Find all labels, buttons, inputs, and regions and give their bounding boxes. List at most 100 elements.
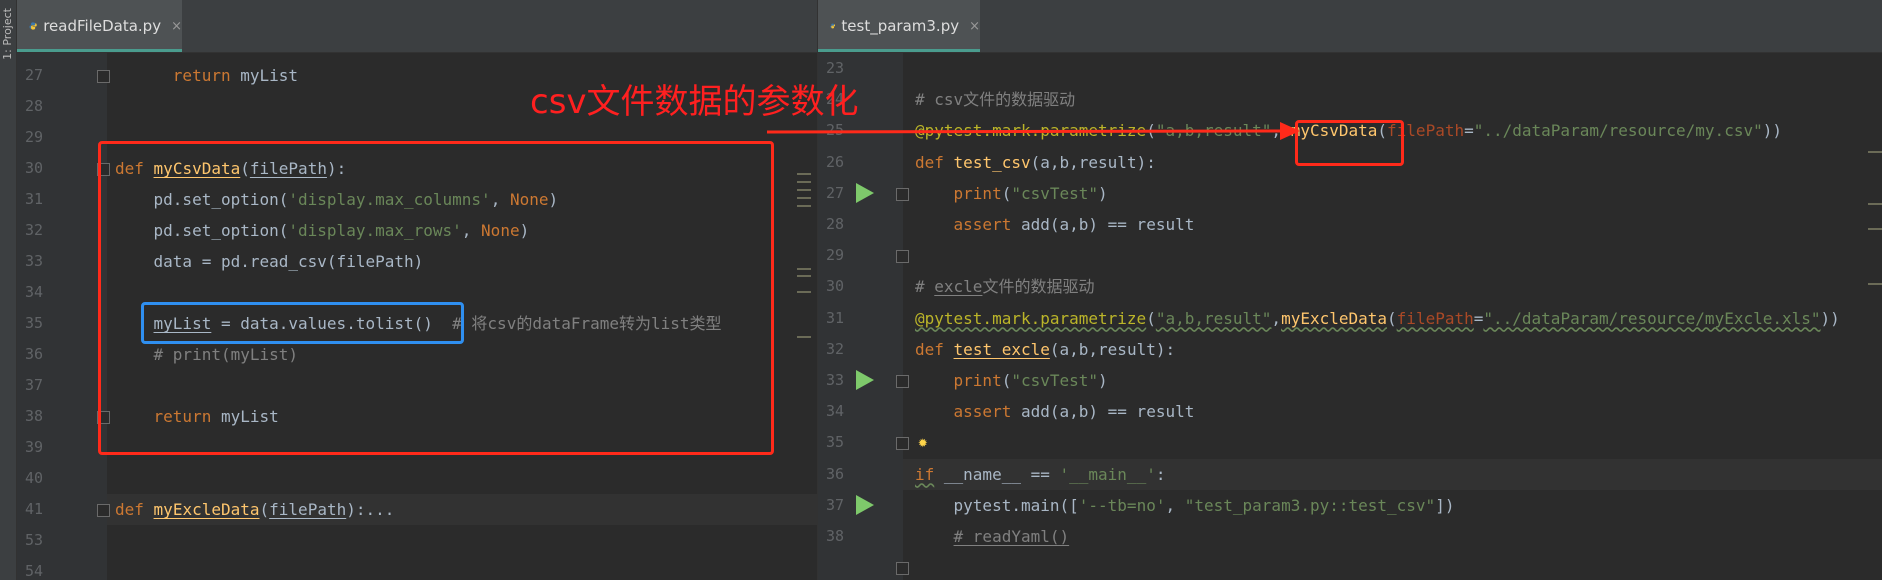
- code-token: __name__ ==: [934, 464, 1060, 484]
- code-token: pytest.main([: [915, 495, 1079, 515]
- line-number: 40: [24, 469, 43, 487]
- scrollbar-marker: [797, 205, 811, 207]
- tab-close-icon[interactable]: ×: [969, 19, 980, 34]
- code-token: myExcleData: [1281, 308, 1388, 328]
- run-test-icon[interactable]: [856, 494, 874, 515]
- run-test-icon[interactable]: [856, 370, 874, 390]
- code-token: 文件的数据驱动: [982, 277, 1095, 297]
- code-token: ]): [1435, 495, 1455, 515]
- scrollbar-marker: [797, 181, 811, 183]
- code-line[interactable]: # readYaml(): [915, 521, 1070, 552]
- code-line[interactable]: # csv文件的数据驱动: [915, 84, 1075, 115]
- code-line[interactable]: def test_excle(a,b,result):: [915, 334, 1175, 365]
- code-token: (a,b,result):: [1030, 152, 1156, 172]
- tab-close-icon[interactable]: ×: [171, 19, 182, 34]
- mycsvdata-call-highlight: [1295, 120, 1404, 166]
- code-line[interactable]: return myList: [115, 60, 298, 91]
- code-token: ,: [1271, 308, 1282, 328]
- scrollbar-marker: [797, 173, 811, 175]
- line-number: 36: [825, 464, 844, 483]
- code-token: # readYaml(): [953, 527, 1070, 546]
- code-token: "csvTest": [1011, 183, 1099, 203]
- code-token: myExcleData: [153, 500, 260, 519]
- scrollbar-marker: [797, 291, 811, 293]
- code-line[interactable]: if __name__ == '__main__':: [915, 459, 1165, 490]
- tab-file-name: readFileData.py: [43, 17, 162, 35]
- code-token: excle: [934, 277, 983, 297]
- code-token: #: [915, 277, 935, 297]
- fold-marker-icon[interactable]: [896, 562, 909, 576]
- tab-file-name: test_param3.py: [841, 17, 960, 35]
- code-token: filePath: [1396, 308, 1474, 328]
- line-number: 28: [24, 97, 43, 115]
- scrollbar-marker: [797, 268, 811, 270]
- code-line[interactable]: def test_csv(a,b,result):: [915, 147, 1156, 178]
- code-line[interactable]: assert add(a,b) == result: [915, 209, 1195, 240]
- line-number: 29: [24, 128, 43, 146]
- code-token: (: [1387, 308, 1397, 328]
- code-line[interactable]: pytest.main(['--tb=no', "test_param3.py:…: [915, 490, 1455, 521]
- line-number: 36: [24, 345, 43, 363]
- code-token: add(a,b) == result: [1011, 402, 1195, 422]
- line-number: 27: [24, 66, 43, 84]
- code-token: (: [1001, 183, 1012, 203]
- line-number: 37: [825, 495, 844, 514]
- code-line[interactable]: assert add(a,b) == result: [915, 396, 1195, 427]
- code-line[interactable]: print("csvTest"): [915, 178, 1108, 209]
- line-number: 41: [24, 500, 43, 518]
- fold-marker-icon[interactable]: [97, 70, 110, 83]
- right-editor-pane: test_param3.py × 2324# csv文件的数据驱动25@pyte…: [817, 0, 1882, 580]
- fold-marker-icon[interactable]: [896, 437, 909, 451]
- left-tab-bar: readFileData.py ×: [17, 0, 817, 53]
- code-token: :: [1155, 464, 1166, 484]
- python-file-icon: [29, 22, 37, 30]
- code-token: '__main__': [1059, 464, 1156, 484]
- mylist-assignment-highlight: [141, 302, 464, 344]
- code-line[interactable]: print("csvTest"): [915, 365, 1108, 396]
- code-token: '--tb=no': [1078, 495, 1166, 515]
- scrollbar-marker: [797, 197, 811, 199]
- code-token: myList: [230, 66, 299, 85]
- code-token: return: [172, 66, 231, 85]
- code-token: # csv文件的数据驱动: [915, 90, 1076, 110]
- code-token: test_excle: [953, 339, 1050, 359]
- project-tool-label[interactable]: 1: Project: [1, 8, 14, 60]
- run-test-icon[interactable]: [856, 182, 874, 203]
- line-number: 33: [825, 371, 844, 389]
- code-token: (: [1146, 308, 1156, 328]
- code-token: =: [1473, 308, 1484, 328]
- code-token: "test_param3.py::test_csv": [1184, 495, 1436, 515]
- fold-marker-icon[interactable]: [97, 504, 110, 517]
- annotation-arrow-icon: [766, 122, 1300, 140]
- fold-marker-icon[interactable]: [896, 187, 909, 201]
- fold-marker-icon[interactable]: [896, 250, 909, 264]
- line-number: 53: [24, 531, 43, 549]
- code-token: def: [115, 500, 144, 519]
- line-number: 35: [825, 433, 844, 452]
- code-token: (: [259, 500, 270, 519]
- line-number: 34: [24, 283, 43, 301]
- active-tab-indicator: [17, 49, 182, 52]
- fold-marker-icon[interactable]: [896, 375, 909, 388]
- code-token: )): [1820, 308, 1840, 328]
- code-token: )): [1762, 121, 1782, 141]
- code-line[interactable]: def myExcleData(filePath):...: [115, 494, 394, 525]
- tab-test_param3[interactable]: test_param3.py ×: [818, 0, 980, 52]
- code-token: if: [915, 464, 935, 484]
- scrollbar-marker: [1868, 228, 1882, 230]
- lightbulb-icon[interactable]: ✹: [918, 432, 928, 451]
- code-line[interactable]: @pytest.mark.parametrize("a,b,result",my…: [915, 303, 1840, 334]
- code-token: @pytest.mark.parametrize: [915, 308, 1147, 328]
- line-number: 38: [825, 527, 844, 545]
- tab-readFileData[interactable]: readFileData.py ×: [17, 0, 182, 52]
- code-line[interactable]: # excle文件的数据驱动: [915, 271, 1094, 302]
- code-token: print: [953, 371, 1002, 390]
- code-token: ): [1098, 183, 1108, 203]
- code-token: def: [915, 339, 944, 359]
- project-tool-strip[interactable]: 1: Project: [0, 0, 17, 580]
